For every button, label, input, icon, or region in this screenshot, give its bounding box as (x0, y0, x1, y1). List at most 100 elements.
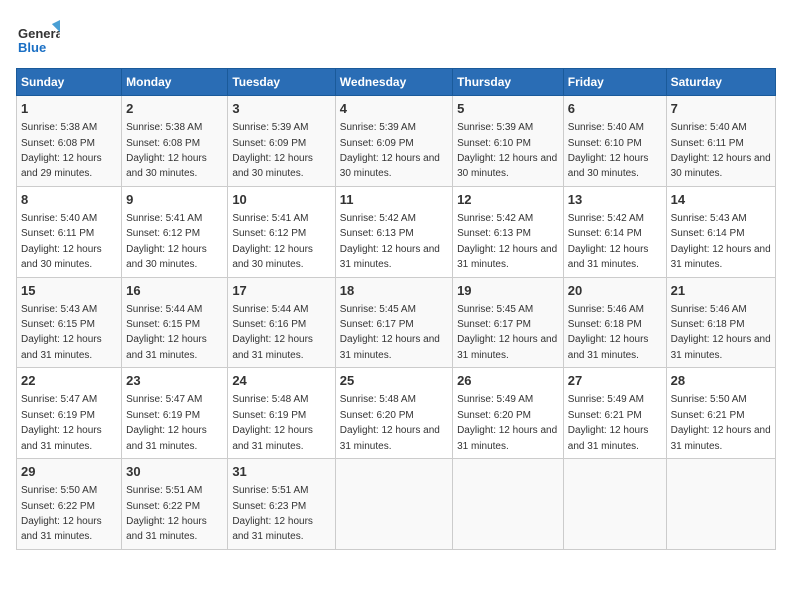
daylight-text: Daylight: 12 hours and 31 minutes. (126, 334, 207, 360)
calendar-cell: 9Sunrise: 5:41 AMSunset: 6:12 PMDaylight… (122, 186, 228, 277)
day-number: 31 (232, 463, 330, 481)
day-number: 24 (232, 372, 330, 390)
day-number: 22 (21, 372, 117, 390)
daylight-text: Daylight: 12 hours and 30 minutes. (340, 153, 440, 179)
daylight-text: Daylight: 12 hours and 31 minutes. (126, 425, 207, 451)
day-number: 4 (340, 100, 448, 118)
sunset-text: Sunset: 6:08 PM (21, 138, 95, 149)
day-number: 23 (126, 372, 223, 390)
daylight-text: Daylight: 12 hours and 30 minutes. (568, 153, 649, 179)
calendar-cell: 31Sunrise: 5:51 AMSunset: 6:23 PMDayligh… (228, 459, 335, 550)
sunset-text: Sunset: 6:11 PM (671, 138, 744, 149)
calendar-cell: 13Sunrise: 5:42 AMSunset: 6:14 PMDayligh… (563, 186, 666, 277)
daylight-text: Daylight: 12 hours and 30 minutes. (232, 244, 313, 270)
daylight-text: Daylight: 12 hours and 30 minutes. (232, 153, 313, 179)
sunset-text: Sunset: 6:13 PM (457, 228, 531, 239)
sunrise-text: Sunrise: 5:50 AM (21, 485, 97, 496)
daylight-text: Daylight: 12 hours and 30 minutes. (126, 153, 207, 179)
header-cell-friday: Friday (563, 69, 666, 96)
calendar-cell: 25Sunrise: 5:48 AMSunset: 6:20 PMDayligh… (335, 368, 452, 459)
calendar-cell: 2Sunrise: 5:38 AMSunset: 6:08 PMDaylight… (122, 96, 228, 187)
day-number: 29 (21, 463, 117, 481)
calendar-cell (666, 459, 775, 550)
logo: General Blue (16, 16, 60, 60)
daylight-text: Daylight: 12 hours and 31 minutes. (21, 516, 102, 542)
sunrise-text: Sunrise: 5:44 AM (232, 304, 308, 315)
header-cell-thursday: Thursday (453, 69, 564, 96)
daylight-text: Daylight: 12 hours and 31 minutes. (457, 244, 557, 270)
sunrise-text: Sunrise: 5:39 AM (340, 122, 416, 133)
daylight-text: Daylight: 12 hours and 30 minutes. (21, 244, 102, 270)
sunset-text: Sunset: 6:22 PM (126, 501, 200, 512)
header-cell-saturday: Saturday (666, 69, 775, 96)
calendar-cell: 5Sunrise: 5:39 AMSunset: 6:10 PMDaylight… (453, 96, 564, 187)
sunrise-text: Sunrise: 5:40 AM (568, 122, 644, 133)
calendar-cell: 6Sunrise: 5:40 AMSunset: 6:10 PMDaylight… (563, 96, 666, 187)
calendar-cell: 19Sunrise: 5:45 AMSunset: 6:17 PMDayligh… (453, 277, 564, 368)
sunrise-text: Sunrise: 5:47 AM (21, 394, 97, 405)
sunset-text: Sunset: 6:10 PM (457, 138, 531, 149)
sunset-text: Sunset: 6:19 PM (232, 410, 306, 421)
daylight-text: Daylight: 12 hours and 31 minutes. (671, 425, 771, 451)
sunrise-text: Sunrise: 5:51 AM (126, 485, 202, 496)
sunrise-text: Sunrise: 5:50 AM (671, 394, 747, 405)
sunrise-text: Sunrise: 5:39 AM (232, 122, 308, 133)
sunset-text: Sunset: 6:17 PM (340, 319, 414, 330)
sunrise-text: Sunrise: 5:49 AM (457, 394, 533, 405)
day-number: 30 (126, 463, 223, 481)
sunset-text: Sunset: 6:16 PM (232, 319, 306, 330)
calendar-cell: 30 Sunrise: 5:51 AM Sunset: 6:22 PM Dayligh… (122, 459, 228, 550)
day-number: 12 (457, 191, 559, 209)
sunset-text: Sunset: 6:11 PM (21, 228, 94, 239)
day-number: 2 (126, 100, 223, 118)
daylight-text: Daylight: 12 hours and 31 minutes. (21, 425, 102, 451)
daylight-text: Daylight: 12 hours and 31 minutes. (568, 244, 649, 270)
sunrise-text: Sunrise: 5:45 AM (340, 304, 416, 315)
daylight-text: Daylight: 12 hours and 30 minutes. (671, 153, 771, 179)
sunrise-text: Sunrise: 5:48 AM (340, 394, 416, 405)
sunrise-text: Sunrise: 5:42 AM (457, 213, 533, 224)
day-number: 9 (126, 191, 223, 209)
day-number: 18 (340, 282, 448, 300)
sunset-text: Sunset: 6:22 PM (21, 501, 95, 512)
sunrise-text: Sunrise: 5:41 AM (232, 213, 308, 224)
calendar-cell: 24Sunrise: 5:48 AMSunset: 6:19 PMDayligh… (228, 368, 335, 459)
sunrise-text: Sunrise: 5:45 AM (457, 304, 533, 315)
sunset-text: Sunset: 6:19 PM (126, 410, 200, 421)
sunrise-text: Sunrise: 5:48 AM (232, 394, 308, 405)
sunrise-text: Sunrise: 5:46 AM (671, 304, 747, 315)
calendar-week-row: 15Sunrise: 5:43 AMSunset: 6:15 PMDayligh… (17, 277, 776, 368)
sunset-text: Sunset: 6:21 PM (671, 410, 745, 421)
page-header: General Blue (16, 16, 776, 60)
day-number: 6 (568, 100, 662, 118)
daylight-text: Daylight: 12 hours and 30 minutes. (457, 153, 557, 179)
day-number: 13 (568, 191, 662, 209)
header-cell-tuesday: Tuesday (228, 69, 335, 96)
calendar-cell: 27Sunrise: 5:49 AMSunset: 6:21 PMDayligh… (563, 368, 666, 459)
calendar-week-row: 1Sunrise: 5:38 AMSunset: 6:08 PMDaylight… (17, 96, 776, 187)
calendar-cell: 22Sunrise: 5:47 AMSunset: 6:19 PMDayligh… (17, 368, 122, 459)
calendar-week-row: 8Sunrise: 5:40 AMSunset: 6:11 PMDaylight… (17, 186, 776, 277)
day-number: 14 (671, 191, 771, 209)
calendar-body: 1Sunrise: 5:38 AMSunset: 6:08 PMDaylight… (17, 96, 776, 550)
calendar-cell: 15Sunrise: 5:43 AMSunset: 6:15 PMDayligh… (17, 277, 122, 368)
day-number: 26 (457, 372, 559, 390)
daylight-text: Daylight: 12 hours and 31 minutes. (126, 516, 207, 542)
calendar-cell: 18Sunrise: 5:45 AMSunset: 6:17 PMDayligh… (335, 277, 452, 368)
calendar-cell: 23 Sunrise: 5:47 AM Sunset: 6:19 PM Dayligh… (122, 368, 228, 459)
calendar-cell: 1Sunrise: 5:38 AMSunset: 6:08 PMDaylight… (17, 96, 122, 187)
calendar-cell: 8Sunrise: 5:40 AMSunset: 6:11 PMDaylight… (17, 186, 122, 277)
calendar-cell: 26Sunrise: 5:49 AMSunset: 6:20 PMDayligh… (453, 368, 564, 459)
calendar-cell: 16Sunrise: 5:44 AMSunset: 6:15 PMDayligh… (122, 277, 228, 368)
sunrise-text: Sunrise: 5:42 AM (340, 213, 416, 224)
sunset-text: Sunset: 6:09 PM (232, 138, 306, 149)
calendar-cell: 28 Sunrise: 5:50 AM Sunset: 6:21 PM Dayligh… (666, 368, 775, 459)
sunrise-text: Sunrise: 5:44 AM (126, 304, 202, 315)
day-number: 28 (671, 372, 771, 390)
day-number: 21 (671, 282, 771, 300)
day-number: 17 (232, 282, 330, 300)
calendar-cell: 21Sunrise: 5:46 AMSunset: 6:18 PMDayligh… (666, 277, 775, 368)
header-cell-wednesday: Wednesday (335, 69, 452, 96)
daylight-text: Daylight: 12 hours and 31 minutes. (568, 425, 649, 451)
sunrise-text: Sunrise: 5:47 AM (126, 394, 202, 405)
